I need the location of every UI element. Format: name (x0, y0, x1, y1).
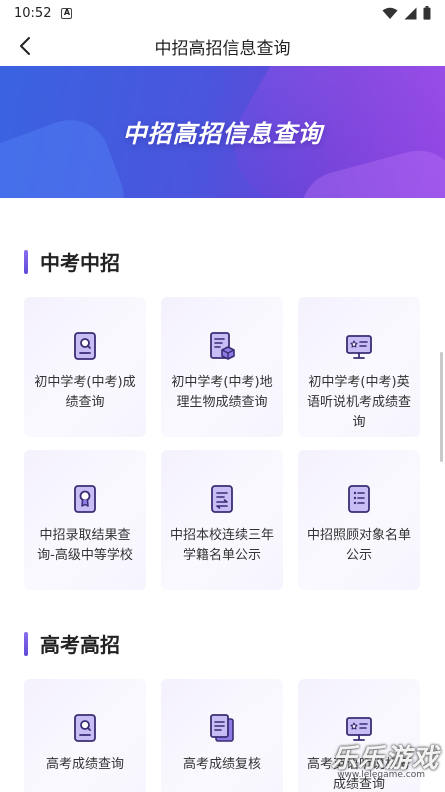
hero-banner: 中招高招信息查询 (0, 66, 445, 198)
watermark: 乐乐游戏 www.lelegame.com (319, 738, 439, 788)
card-zhongzhao-three-year-roster[interactable]: 中招本校连续三年学籍名单公示 (161, 450, 283, 590)
section-header-zhongkao: 中考中招 (24, 247, 120, 276)
document-cube-icon (210, 332, 235, 360)
section-title: 高考高招 (40, 633, 120, 657)
banner-title: 中招高招信息查询 (122, 120, 323, 148)
card-label: 中招本校连续三年学籍名单公示 (170, 528, 275, 563)
card-gaokao-score-review[interactable]: 高考成绩复核 (161, 679, 283, 792)
document-stack-icon (210, 714, 234, 742)
card-label: 高考成绩查询 (45, 757, 124, 772)
card-zhongzhao-care-roster[interactable]: 中招照顾对象名单公示 (298, 450, 420, 590)
status-time: 10:52 (14, 5, 52, 21)
card-label: 中招照顾对象名单公示 (307, 528, 412, 563)
card-label: 初中学考(中考)英语听说机考成绩查询 (307, 375, 412, 430)
back-arrow-icon[interactable] (14, 34, 38, 58)
monitor-star-icon (346, 335, 372, 359)
nav-bar: 中招高招信息查询 (0, 26, 445, 66)
card-label: 中招录取结果查询-高级中等学校 (37, 528, 133, 563)
section-accent-bar (24, 249, 28, 274)
section-accent-bar (24, 631, 28, 656)
card-gaokao-score-query[interactable]: 高考成绩查询 (24, 679, 146, 792)
certificate-badge-icon (74, 485, 96, 513)
report-search-icon (74, 714, 96, 742)
card-zhongzhao-admission-result[interactable]: 中招录取结果查询-高级中等学校 (24, 450, 146, 590)
card-label: 初中学考(中考)地理生物成绩查询 (171, 375, 273, 410)
card-zhongkao-english-oral-query[interactable]: 初中学考(中考)英语听说机考成绩查询 (298, 297, 420, 437)
status-bar: 10:52 A (0, 0, 445, 26)
signal-icon (404, 7, 417, 19)
card-zhongkao-score-query[interactable]: 初中学考(中考)成绩查询 (24, 297, 146, 437)
card-label: 初中学考(中考)成绩查询 (34, 375, 136, 410)
notification-a-icon: A (61, 7, 73, 19)
report-search-icon (74, 332, 96, 360)
list-exchange-icon (211, 485, 233, 513)
list-document-icon (348, 485, 370, 513)
section-title: 中考中招 (40, 251, 120, 275)
battery-icon (423, 6, 431, 20)
card-label: 高考成绩复核 (182, 757, 261, 772)
page-title: 中招高招信息查询 (154, 38, 291, 59)
scrollbar-thumb[interactable] (440, 352, 443, 462)
section-header-gaokao: 高考高招 (24, 629, 120, 658)
watermark-url: www.lelegame.com (337, 770, 425, 780)
status-right-icons (382, 6, 431, 20)
wifi-icon (382, 7, 398, 19)
card-zhongkao-geo-bio-query[interactable]: 初中学考(中考)地理生物成绩查询 (161, 297, 283, 437)
